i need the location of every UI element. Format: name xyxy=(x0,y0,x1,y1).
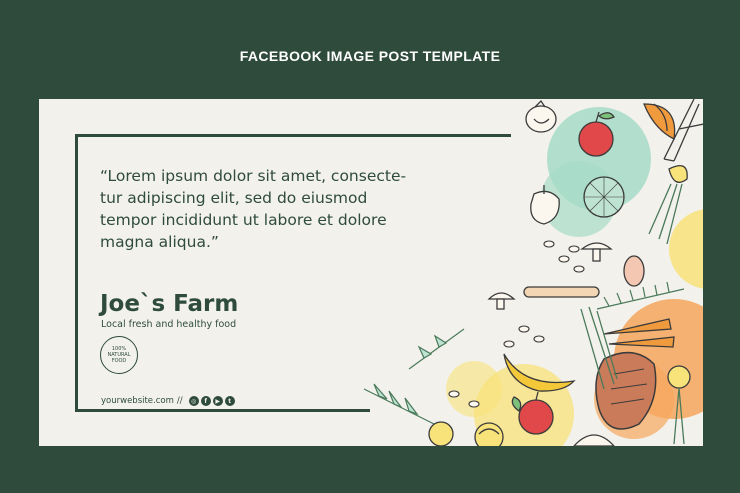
footer-row: yourwebsite.com // ◎ f ▶ t xyxy=(101,396,235,406)
badge-line-3: FOOD xyxy=(111,358,127,364)
food-illustration xyxy=(363,99,703,446)
natural-food-badge: 100% NATURAL FOOD xyxy=(100,336,138,374)
lime-slice-icon xyxy=(573,434,615,446)
pumpkin-slice-icon xyxy=(643,103,676,140)
separator: // xyxy=(176,396,183,406)
brand-name: Joe`s Farm xyxy=(100,291,239,317)
potato-icon xyxy=(623,255,645,287)
lime-icon xyxy=(583,176,625,218)
post-card: “Lorem ipsum dolor sit amet, consecte- t… xyxy=(39,99,703,446)
cabbage-icon xyxy=(428,421,504,446)
onion-icon xyxy=(525,99,557,133)
youtube-icon[interactable]: ▶ xyxy=(212,396,223,406)
mushroom-icon xyxy=(487,242,613,310)
twitter-icon[interactable]: t xyxy=(224,396,235,406)
brand-tagline: Local fresh and healthy food xyxy=(101,319,237,330)
instagram-icon[interactable]: ◎ xyxy=(188,396,199,406)
yellow-watercolor-blob xyxy=(669,209,703,289)
website-link[interactable]: yourwebsite.com xyxy=(101,396,174,406)
facebook-icon[interactable]: f xyxy=(200,396,211,406)
page-title: FACEBOOK IMAGE POST TEMPLATE xyxy=(239,48,501,64)
social-icons: ◎ f ▶ t xyxy=(188,396,235,406)
sausage-icon xyxy=(523,286,600,298)
